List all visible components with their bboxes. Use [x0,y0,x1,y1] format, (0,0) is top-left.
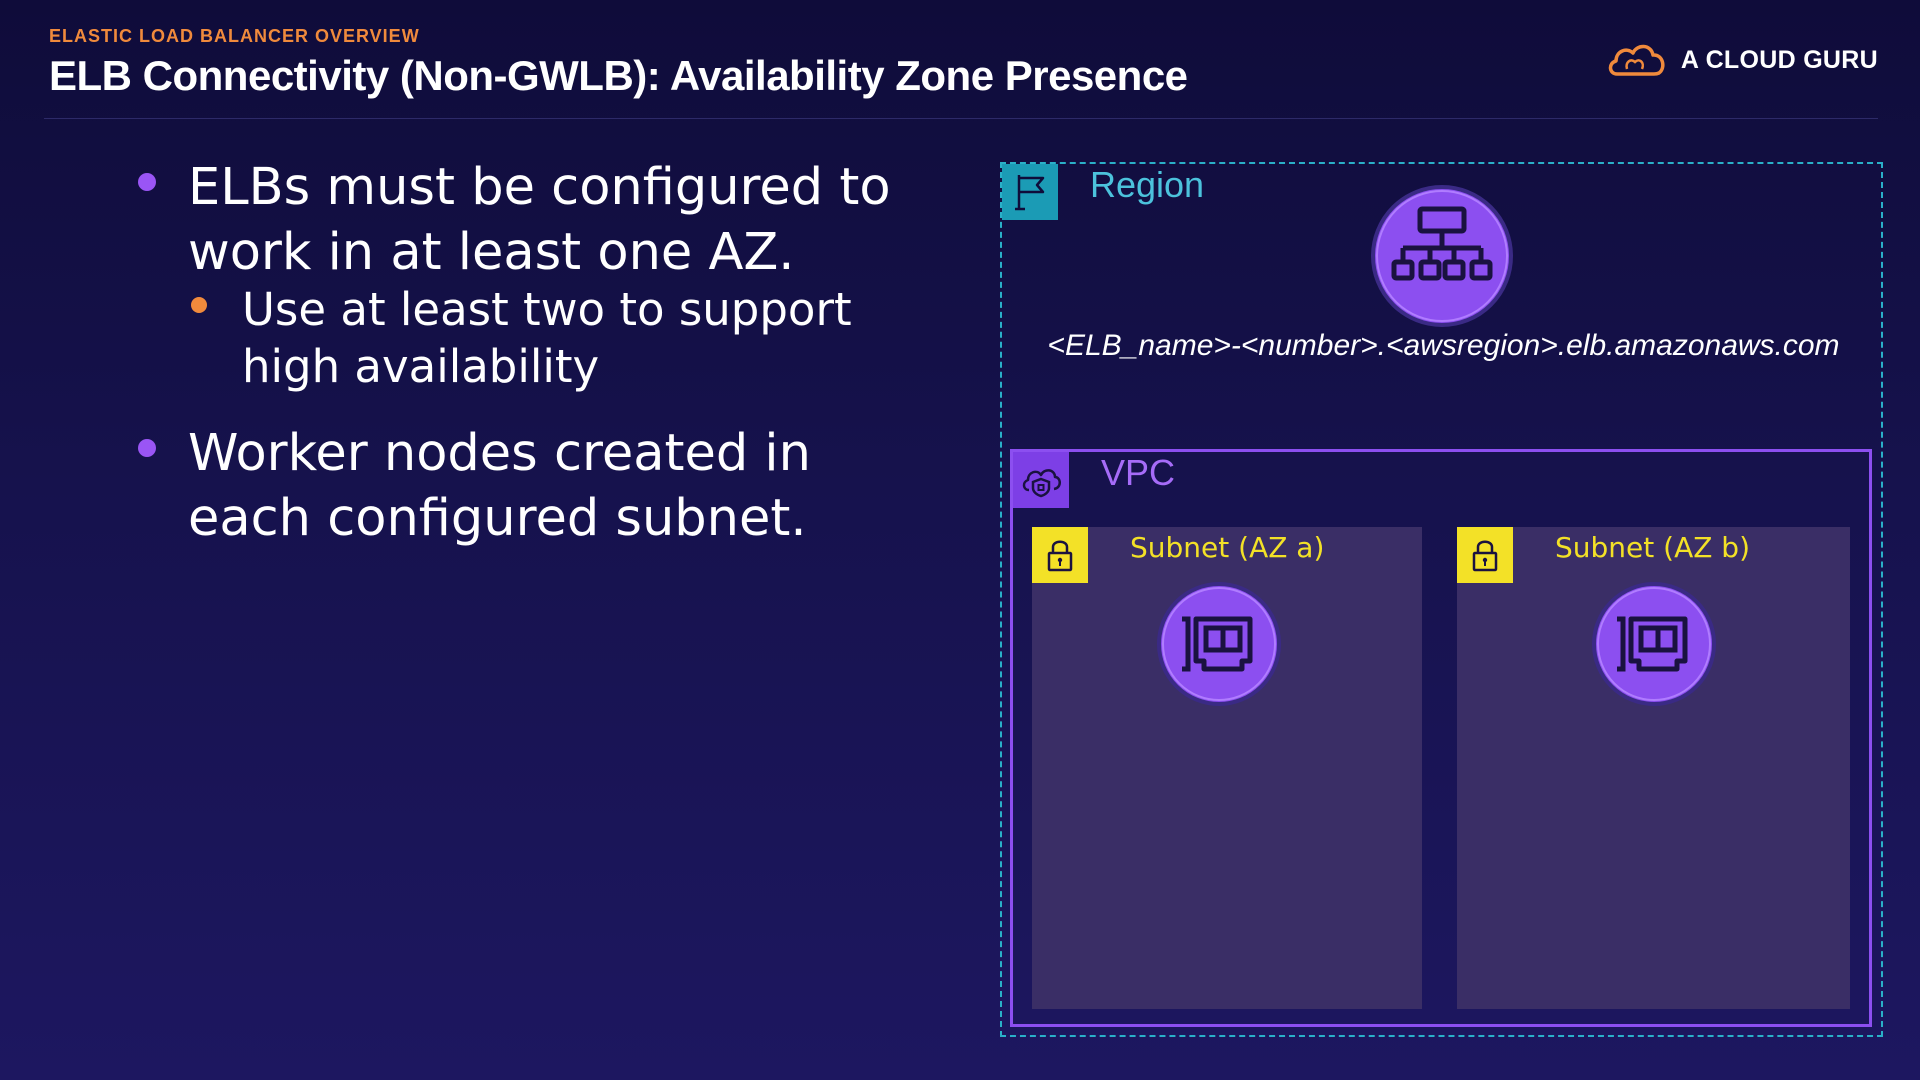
network-interface-icon [1592,582,1716,706]
bullet-item: Worker nodes created in each configured … [130,421,930,551]
brand-logo: A CLOUD GURU [1605,38,1878,82]
subnet-az-a: Subnet (AZ a) [1032,527,1422,1009]
vpc-label: VPC [1101,452,1176,493]
load-balancer-icon [1371,185,1513,327]
cloud-logo-icon [1608,44,1665,76]
bullet-line: work in at least one AZ. [188,223,795,282]
bullet-dot [138,173,156,191]
bullet-line: each configured subnet. [188,489,807,548]
sub-bullet-item: Use at least two to support high availab… [130,281,930,395]
brand-name: A CLOUD GURU [1680,45,1878,74]
subnet-label: Subnet (AZ a) [1130,531,1325,564]
subnet-az-b: Subnet (AZ b) [1457,527,1850,1009]
network-interface-icon [1157,582,1281,706]
bullet-line: ELBs must be configured to [188,158,891,217]
lock-icon [1032,527,1088,583]
bullet-dot [138,439,156,457]
bullet-item: ELBs must be configured to work in at le… [130,155,930,285]
lock-icon [1457,527,1513,583]
elb-dns-name: <ELB_name>-<number>.<awsregion>.elb.amaz… [1047,329,1840,362]
bullet-line: Worker nodes created in [188,424,811,483]
bullet-list: ELBs must be configured to work in at le… [130,155,930,551]
slide-title: ELB Connectivity (Non-GWLB): Availabilit… [49,52,1188,99]
sub-bullet-line: Use at least two to support [242,283,852,336]
subnet-label: Subnet (AZ b) [1555,531,1751,564]
slide-eyebrow: ELASTIC LOAD BALANCER OVERVIEW [49,26,420,46]
sub-bullet-dot [191,297,207,313]
sub-bullet-line: high availability [242,340,600,393]
flag-icon [1002,164,1058,220]
header-divider [44,118,1878,119]
vpc-cloud-icon [1013,452,1069,508]
region-label: Region [1090,164,1205,205]
